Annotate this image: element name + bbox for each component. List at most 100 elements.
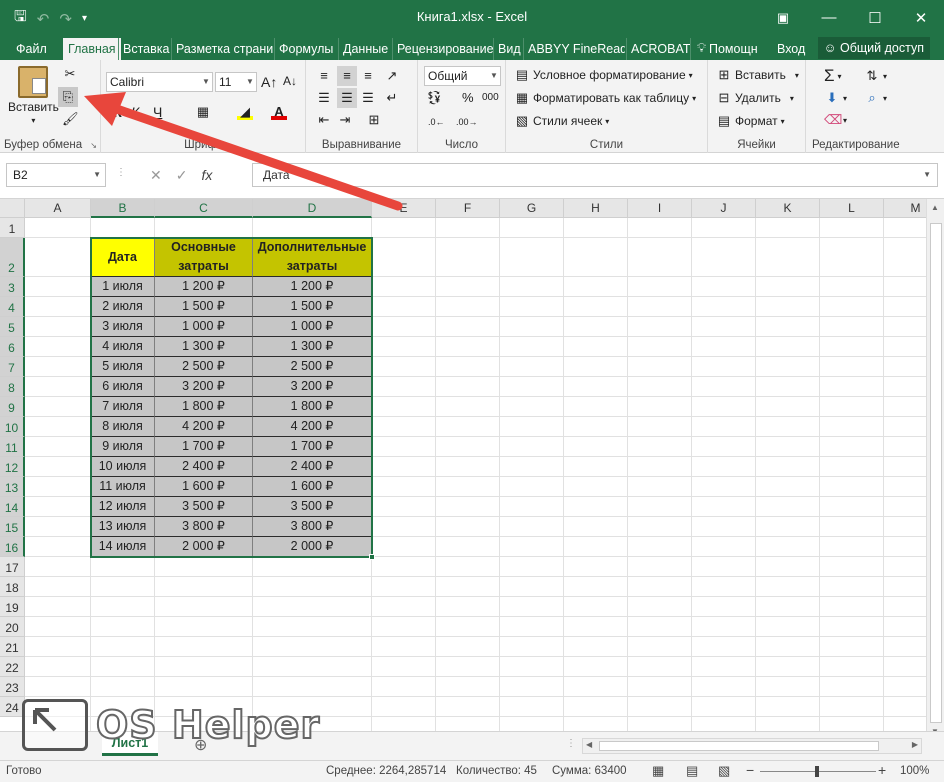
zoom-slider-thumb[interactable]	[815, 766, 819, 777]
table-cell[interactable]: 1 300 ₽	[155, 337, 253, 357]
fill-button[interactable]: ⬇ ▾	[824, 90, 847, 106]
maximize-icon[interactable]: ☐	[852, 0, 898, 35]
row-header-6[interactable]: 6	[0, 337, 25, 357]
row-header-8[interactable]: 8	[0, 377, 25, 397]
table-header-cell[interactable]: Дата	[91, 238, 155, 277]
table-cell[interactable]: 1 200 ₽	[155, 277, 253, 297]
row-header-15[interactable]: 15	[0, 517, 25, 537]
align-center-button[interactable]: ☰	[337, 88, 357, 108]
align-middle-button[interactable]: ≡	[337, 66, 357, 86]
table-cell[interactable]: 5 июля	[91, 357, 155, 377]
percent-button[interactable]: %	[462, 90, 474, 105]
table-cell[interactable]: 2 500 ₽	[253, 357, 372, 377]
tab-home[interactable]: Главная	[63, 38, 121, 60]
table-cell[interactable]: 1 700 ₽	[155, 437, 253, 457]
font-size-select[interactable]: 11 ▼	[215, 72, 257, 92]
row-header-3[interactable]: 3	[0, 277, 25, 297]
row-header-14[interactable]: 14	[0, 497, 25, 517]
row-header-1[interactable]: 1	[0, 218, 25, 238]
row-header-4[interactable]: 4	[0, 297, 25, 317]
select-all-button[interactable]	[0, 199, 25, 218]
formula-input[interactable]: Дата ▼	[252, 163, 938, 187]
drag-handle-icon[interactable]: ⋮	[116, 167, 126, 178]
name-box[interactable]: B2 ▼	[6, 163, 106, 187]
align-top-button[interactable]: ≡	[316, 68, 332, 84]
close-icon[interactable]: ✕	[898, 0, 944, 35]
fill-handle[interactable]	[369, 554, 375, 560]
dialog-launcher-icon[interactable]: ↘	[90, 141, 97, 150]
column-header-c[interactable]: C	[155, 199, 253, 218]
table-cell[interactable]: 1 300 ₽	[253, 337, 372, 357]
row-header-21[interactable]: 21	[0, 637, 25, 657]
table-cell[interactable]: 2 400 ₽	[253, 457, 372, 477]
row-header-17[interactable]: 17	[0, 557, 25, 577]
clear-button[interactable]: ⌫ ▾	[824, 112, 847, 128]
row-header-13[interactable]: 13	[0, 477, 25, 497]
row-header-23[interactable]: 23	[0, 677, 25, 697]
cancel-icon[interactable]: ✕	[150, 167, 162, 184]
thousands-button[interactable]: 000	[482, 92, 499, 103]
scroll-up-icon[interactable]: ▲	[931, 203, 939, 212]
conditional-formatting-button[interactable]: ▤ Условное форматирование ▾	[514, 67, 693, 83]
autosum-button[interactable]: Σ ▾	[824, 66, 842, 86]
align-bottom-button[interactable]: ≡	[360, 68, 376, 84]
ribbon-display-icon[interactable]: ▣	[760, 0, 806, 35]
table-cell[interactable]: 6 июля	[91, 377, 155, 397]
tab-signin[interactable]: Вход	[773, 38, 809, 60]
table-cell[interactable]: 1 700 ₽	[253, 437, 372, 457]
page-layout-view-icon[interactable]: ▤	[686, 763, 698, 779]
table-cell[interactable]: 9 июля	[91, 437, 155, 457]
table-cell[interactable]: 1 июля	[91, 277, 155, 297]
cut-button[interactable]: ✂	[62, 66, 78, 82]
table-header-cell[interactable]: Дополнительные затраты	[253, 238, 372, 277]
paste-button[interactable]: Вставить ▾	[8, 66, 59, 125]
row-header-2[interactable]: 2	[0, 238, 25, 277]
table-cell[interactable]: 2 000 ₽	[155, 537, 253, 557]
wrap-text-button[interactable]: ↵	[384, 90, 400, 106]
table-cell[interactable]: 7 июля	[91, 397, 155, 417]
column-header-b[interactable]: B	[91, 199, 155, 218]
column-header-h[interactable]: H	[564, 199, 628, 218]
sort-filter-button[interactable]: ⇅ ▾	[864, 68, 887, 84]
table-cell[interactable]: 3 июля	[91, 317, 155, 337]
row-header-11[interactable]: 11	[0, 437, 25, 457]
table-cell[interactable]: 1 500 ₽	[155, 297, 253, 317]
table-cell[interactable]: 8 июля	[91, 417, 155, 437]
orientation-button[interactable]: ↗	[384, 68, 400, 84]
vertical-scroll-thumb[interactable]	[930, 223, 942, 723]
vertical-scrollbar[interactable]: ▲ ▼	[926, 199, 944, 740]
row-header-18[interactable]: 18	[0, 577, 25, 597]
zoom-in-icon[interactable]: +	[878, 762, 886, 778]
insert-cells-button[interactable]: ⊞ Вставить ▾	[716, 67, 799, 83]
tab-formulas[interactable]: Формулы	[274, 38, 337, 60]
format-cells-button[interactable]: ▤ Формат ▾	[716, 113, 785, 129]
row-header-20[interactable]: 20	[0, 617, 25, 637]
zoom-level[interactable]: 100%	[900, 765, 929, 777]
cell-styles-button[interactable]: ▧ Стили ячеек ▾	[514, 113, 609, 129]
zoom-out-icon[interactable]: −	[746, 762, 754, 778]
table-cell[interactable]: 12 июля	[91, 497, 155, 517]
tab-page-layout[interactable]: Разметка страни	[171, 38, 274, 60]
table-cell[interactable]: 2 000 ₽	[253, 537, 372, 557]
tab-review[interactable]: Рецензирование	[392, 38, 498, 60]
number-format-select[interactable]: Общий ▼	[424, 66, 501, 86]
tab-acrobat[interactable]: ACROBAT	[626, 38, 695, 60]
column-header-g[interactable]: G	[500, 199, 564, 218]
table-cell[interactable]: 3 500 ₽	[155, 497, 253, 517]
scroll-right-icon[interactable]: ▶	[912, 740, 918, 749]
check-icon[interactable]: ✓	[176, 167, 188, 184]
format-as-table-button[interactable]: ▦ Форматировать как таблицу ▾	[514, 90, 696, 106]
underline-button[interactable]: Ч	[153, 104, 162, 120]
table-cell[interactable]: 2 июля	[91, 297, 155, 317]
table-cell[interactable]: 4 200 ₽	[155, 417, 253, 437]
column-header-k[interactable]: K	[756, 199, 820, 218]
merge-button[interactable]: ⊞	[366, 112, 382, 128]
row-header-19[interactable]: 19	[0, 597, 25, 617]
horizontal-scroll-thumb[interactable]	[599, 741, 879, 751]
increase-indent-button[interactable]: ⇥	[337, 112, 353, 128]
column-header-l[interactable]: L	[820, 199, 884, 218]
table-cell[interactable]: 1 200 ₽	[253, 277, 372, 297]
table-cell[interactable]: 4 200 ₽	[253, 417, 372, 437]
table-cell[interactable]: 3 200 ₽	[253, 377, 372, 397]
table-cell[interactable]: 13 июля	[91, 517, 155, 537]
